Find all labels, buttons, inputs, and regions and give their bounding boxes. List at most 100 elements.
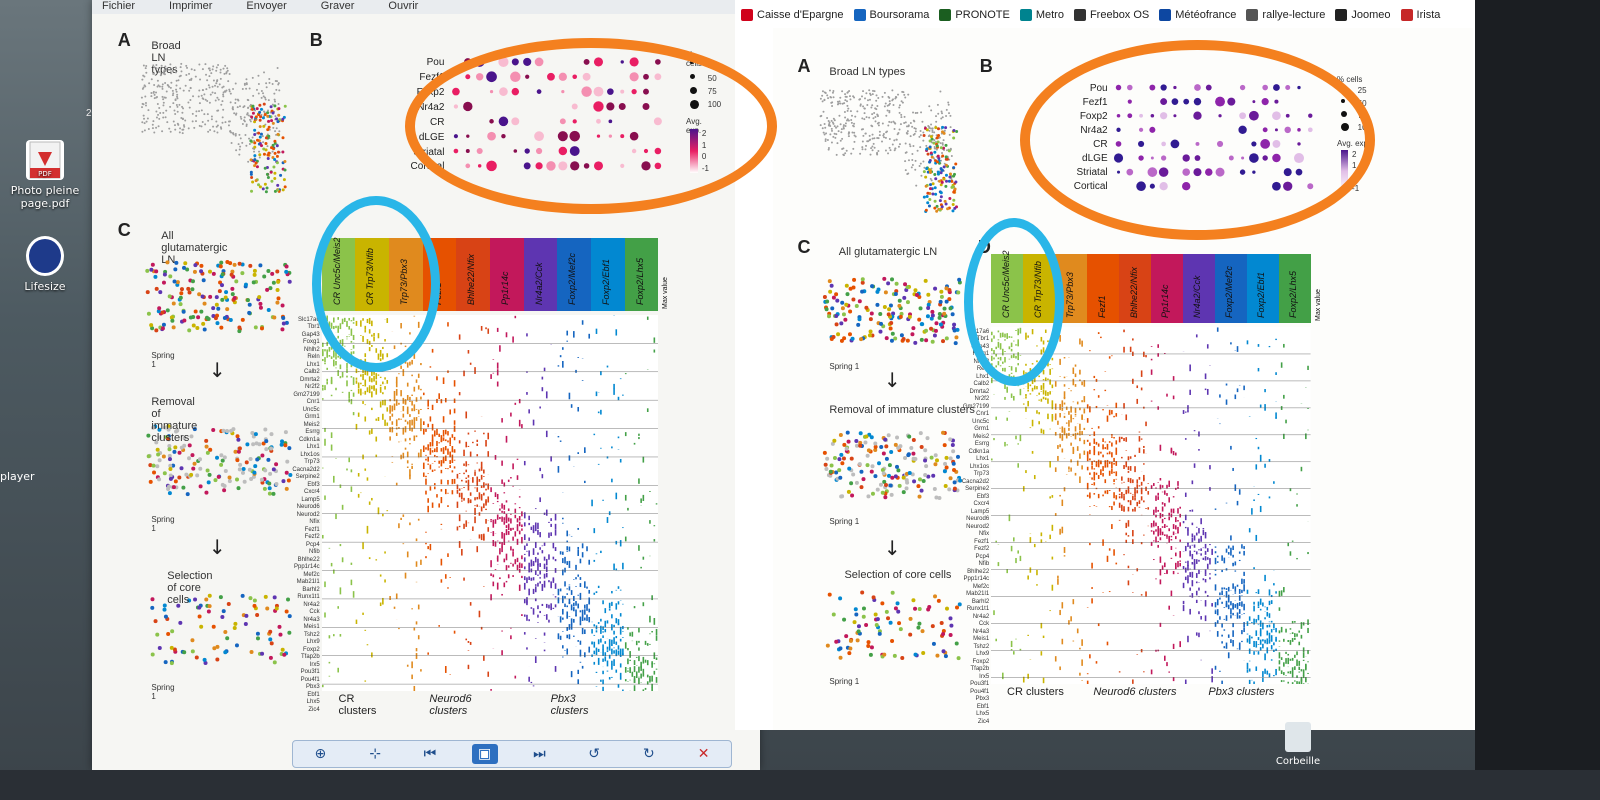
menu-envoyer[interactable]: Envoyer xyxy=(246,0,286,14)
embedding-point xyxy=(254,613,259,618)
embedding-point xyxy=(171,449,176,454)
bookmark-item[interactable]: Météofrance xyxy=(1159,9,1236,21)
dotplot-dot xyxy=(1273,83,1281,91)
heatmap-bar xyxy=(489,487,492,492)
heatmap-bar xyxy=(460,548,463,556)
embedding-point xyxy=(934,120,937,123)
heatmap-bar xyxy=(1168,480,1171,487)
heatmap-bar xyxy=(355,320,357,326)
bookmark-item[interactable]: Boursorama xyxy=(853,9,929,21)
heatmap-bar xyxy=(1182,520,1185,524)
heatmap-bar xyxy=(534,508,537,509)
delete-icon[interactable]: ✕ xyxy=(691,744,717,764)
gene-label: Foxg1 xyxy=(972,351,990,358)
embedding-point xyxy=(219,615,224,620)
prev-icon[interactable]: ⏮ xyxy=(417,744,443,764)
cluster-group-label: CR clusters xyxy=(338,693,377,717)
dotplot-row-label: Foxp2 xyxy=(416,87,445,99)
embedding-point xyxy=(208,75,211,78)
heatmap-bar xyxy=(1219,423,1221,424)
heatmap-bar xyxy=(395,432,398,436)
heatmap-bar xyxy=(1036,385,1038,390)
heatmap-bar xyxy=(458,440,461,444)
embedding-point xyxy=(198,484,203,489)
embedding-point xyxy=(156,477,161,482)
rotate-right-icon[interactable]: ↻ xyxy=(636,744,662,764)
heatmap-bar xyxy=(465,510,467,512)
embedding-point xyxy=(924,208,928,212)
embedding-point xyxy=(929,326,934,331)
embedding-point xyxy=(223,468,228,473)
bookmark-item[interactable]: Freebox OS xyxy=(1073,9,1149,21)
heatmap-bar xyxy=(1008,374,1011,379)
heatmap-bar xyxy=(1102,438,1104,442)
broad-ln-embedding xyxy=(140,63,287,194)
embedding-point xyxy=(274,80,277,83)
rotate-left-icon[interactable]: ↺ xyxy=(581,744,607,764)
heatmap-bar xyxy=(604,628,606,633)
embedding-point xyxy=(272,165,276,169)
heatmap-bar xyxy=(1251,622,1253,623)
embedding-point xyxy=(870,311,875,316)
heatmap-bar xyxy=(574,585,577,587)
next-icon[interactable]: ⏭ xyxy=(526,744,552,764)
embedding-point xyxy=(145,433,150,438)
heatmap-bar xyxy=(561,645,564,649)
embedding-point xyxy=(827,122,830,125)
bookmark-item[interactable]: Caisse d'Epargne xyxy=(741,9,844,21)
embedding-point xyxy=(224,307,229,312)
heatmap-bar xyxy=(1013,537,1015,542)
fit-icon[interactable]: ⊹ xyxy=(362,744,388,764)
dotplot-row-label: Cortical xyxy=(1073,181,1108,193)
desktop-icon-pdf[interactable]: PDF Photo pleine page.pdf xyxy=(0,140,90,210)
heatmap-bar xyxy=(1166,484,1168,489)
heatmap-bar xyxy=(1204,590,1207,594)
heatmap-bar xyxy=(505,528,507,535)
embedding-point xyxy=(909,121,912,124)
bookmarks-bar: Caisse d'Epargne Boursorama PRONOTE Metro Fr… xyxy=(735,4,1475,26)
heatmap-bar xyxy=(1143,406,1145,409)
bookmark-item[interactable]: PRONOTE xyxy=(939,9,1010,21)
heatmap-bar xyxy=(1189,608,1192,615)
heatmap-bar xyxy=(1079,423,1081,431)
heatmap-bar xyxy=(1068,470,1070,472)
heatmap-bar xyxy=(1091,468,1093,470)
heatmap-bar xyxy=(588,608,590,613)
embedding-point xyxy=(935,458,940,463)
embedding-point xyxy=(235,437,240,442)
embedding-point xyxy=(161,88,164,91)
menu-imprimer[interactable]: Imprimer xyxy=(169,0,212,14)
bookmark-item[interactable]: Joomeo xyxy=(1335,9,1391,21)
gene-label: Ebf1 xyxy=(976,703,990,710)
bookmark-item[interactable]: Irista xyxy=(1400,9,1440,21)
heatmap-bar xyxy=(1155,578,1157,580)
heatmap-bar xyxy=(1006,387,1009,393)
embedding-point xyxy=(237,446,242,451)
heatmap-bar xyxy=(1161,565,1164,570)
menu-graver[interactable]: Graver xyxy=(321,0,355,14)
embedding-point xyxy=(869,652,874,657)
heatmap-bar xyxy=(640,498,642,503)
heatmap-bar xyxy=(1241,601,1243,607)
heatmap-bar xyxy=(492,530,494,536)
menu-ouvrir[interactable]: Ouvrir xyxy=(388,0,418,14)
heatmap-bar xyxy=(536,582,539,587)
heatmap-bar xyxy=(1004,356,1006,363)
bookmark-item[interactable]: rallye-lecture xyxy=(1246,9,1325,21)
heatmap-bar xyxy=(1145,508,1147,509)
heatmap-bar xyxy=(1061,436,1064,441)
embedding-point xyxy=(249,173,253,177)
heatmap-bar xyxy=(413,435,415,441)
zoom-icon[interactable]: ⊕ xyxy=(307,744,333,764)
embedding-point xyxy=(824,306,829,311)
embedding-point xyxy=(823,91,826,94)
heatmap-bar xyxy=(1214,584,1217,591)
heatmap-bar xyxy=(1129,492,1132,494)
desktop-icon-lifesize[interactable]: Lifesize xyxy=(0,236,90,293)
slideshow-icon[interactable]: ▣ xyxy=(471,744,498,764)
menu-fichier[interactable]: Fichier xyxy=(102,0,135,14)
embedding-point xyxy=(842,312,847,317)
embedding-point xyxy=(180,129,183,132)
heatmap-bar xyxy=(337,369,339,376)
bookmark-item[interactable]: Metro xyxy=(1019,9,1064,21)
